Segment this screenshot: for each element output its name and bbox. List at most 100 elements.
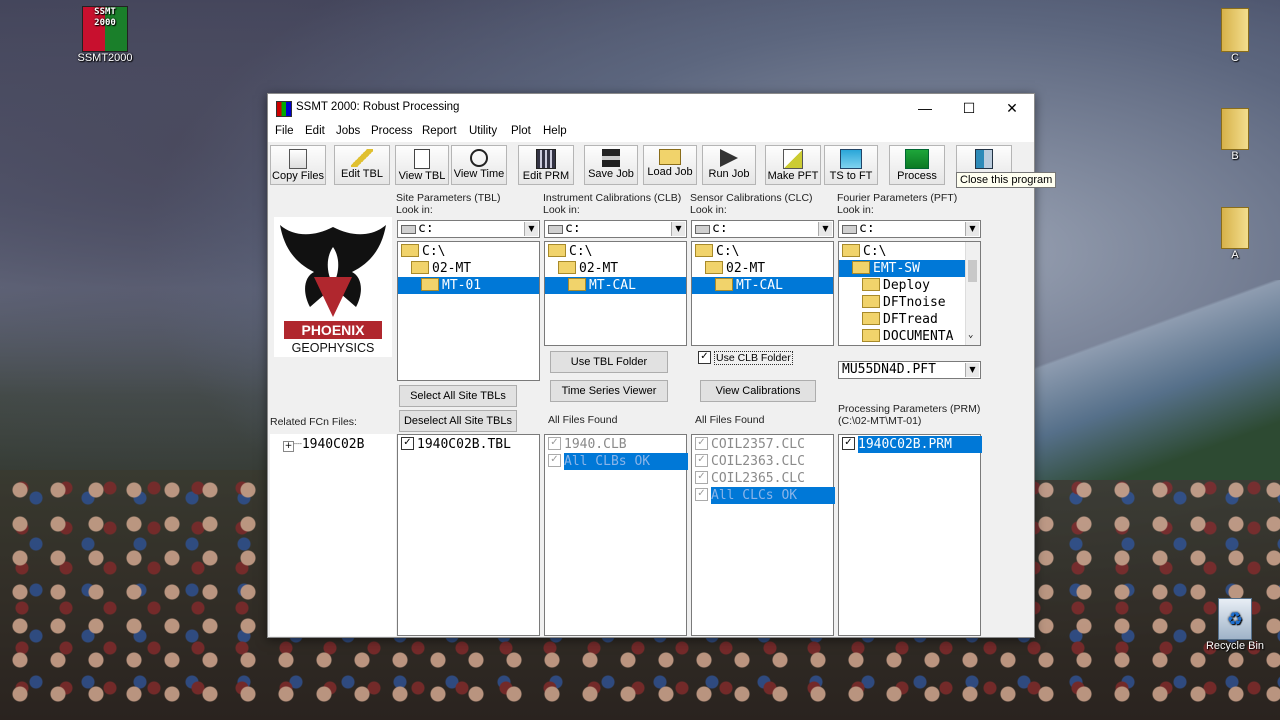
- pft-file-combo[interactable]: MU55DN4D.PFT ▼: [838, 361, 981, 379]
- dir-item-label: DFTread: [883, 312, 938, 327]
- instrument-dir-list[interactable]: C:\ 02-MT MT-CAL: [544, 241, 687, 346]
- desktop-icon-b[interactable]: B: [1208, 108, 1262, 162]
- expand-plus-icon[interactable]: +: [283, 441, 294, 452]
- tbl-file-item[interactable]: ✓ 1940C02B.TBL: [401, 436, 511, 453]
- menu-help[interactable]: Help: [543, 125, 567, 137]
- dir-item-mt-cal[interactable]: MT-CAL: [692, 277, 833, 294]
- dir-item-dftread[interactable]: DFTread: [862, 311, 938, 328]
- chevron-down-icon[interactable]: ⌄: [968, 330, 973, 340]
- chevron-down-icon[interactable]: ▼: [965, 222, 979, 236]
- edit-tbl-label: Edit TBL: [341, 168, 383, 180]
- view-document-icon: [414, 149, 430, 169]
- title-bar[interactable]: SSMT 2000: Robust Processing — ☐ ✕: [268, 94, 1034, 122]
- view-calibrations-button[interactable]: View Calibrations: [700, 380, 816, 402]
- ts-to-ft-button[interactable]: TS to FT: [824, 145, 878, 185]
- checkbox-checked[interactable]: ✓: [842, 437, 855, 450]
- phoenix-bird-icon: [280, 225, 386, 317]
- clc-file-item[interactable]: ✓ COIL2357.CLC: [695, 436, 805, 453]
- clc-file-item[interactable]: ✓ COIL2365.CLC: [695, 470, 805, 487]
- edit-tbl-button[interactable]: Edit TBL: [334, 145, 390, 185]
- dir-item-root[interactable]: C:\: [695, 243, 739, 260]
- dir-item-documenta[interactable]: DOCUMENTA: [862, 328, 953, 345]
- copy-files-button[interactable]: Copy Files: [270, 145, 326, 185]
- deselect-all-site-tbls-button[interactable]: Deselect All Site TBLs: [399, 410, 517, 432]
- run-job-button[interactable]: Run Job: [702, 145, 756, 185]
- close-button[interactable]: ✕: [990, 94, 1034, 122]
- fcn-tree-item[interactable]: + ┈1940C02B: [283, 436, 364, 453]
- sensor-drive-combo[interactable]: c: ▼: [691, 220, 834, 238]
- site-drive-combo[interactable]: c: ▼: [397, 220, 540, 238]
- menu-jobs[interactable]: Jobs: [336, 125, 360, 137]
- dir-item-deploy[interactable]: Deploy: [862, 277, 930, 294]
- select-all-site-tbls-button[interactable]: Select All Site TBLs: [399, 385, 517, 407]
- prm-file-item[interactable]: ✓ 1940C02B.PRM: [842, 436, 982, 453]
- use-tbl-folder-button[interactable]: Use TBL Folder: [550, 351, 668, 373]
- dir-item-root[interactable]: C:\: [842, 243, 886, 260]
- site-dir-list[interactable]: C:\ 02-MT MT-01: [397, 241, 540, 381]
- menu-plot[interactable]: Plot: [511, 125, 531, 137]
- desktop-icon-ssmt2000[interactable]: SSMT 2000 SSMT2000: [74, 6, 136, 64]
- make-pft-button[interactable]: Make PFT: [765, 145, 821, 185]
- desktop-icon-a[interactable]: A: [1208, 207, 1262, 261]
- maximize-button[interactable]: ☐: [947, 94, 991, 122]
- dir-item-02-mt[interactable]: 02-MT: [558, 260, 618, 277]
- minimize-button[interactable]: —: [903, 94, 947, 122]
- use-clb-folder-checkbox[interactable]: ✓ Use CLB Folder: [698, 351, 793, 366]
- chevron-down-icon[interactable]: ▼: [818, 222, 832, 236]
- dir-item-emt-sw[interactable]: EMT-SW: [839, 260, 966, 277]
- chevron-down-icon[interactable]: ▼: [671, 222, 685, 236]
- clb-file-list[interactable]: ✓ 1940.CLB ✓ All CLBs OK: [544, 434, 688, 636]
- process-wave-icon: [905, 149, 929, 169]
- drive-icon: [548, 225, 563, 234]
- clb-status-item[interactable]: ✓ All CLBs OK: [548, 453, 688, 470]
- checkbox-checked[interactable]: ✓: [401, 437, 414, 450]
- exit-door-icon: [975, 149, 993, 169]
- menu-process[interactable]: Process: [371, 125, 413, 137]
- desktop-icon-recycle-bin[interactable]: ♻ Recycle Bin: [1200, 598, 1270, 652]
- fourier-drive-combo[interactable]: c: ▼: [838, 220, 981, 238]
- clc-file-item[interactable]: ✓ COIL2363.CLC: [695, 453, 805, 470]
- drive-icon: [401, 225, 416, 234]
- checkbox-checked[interactable]: ✓: [698, 351, 711, 364]
- fourier-drive-value: c:: [859, 221, 875, 236]
- load-job-label: Load Job: [647, 166, 693, 178]
- view-tbl-button[interactable]: View TBL: [395, 145, 449, 185]
- menu-file[interactable]: File: [275, 125, 294, 137]
- menu-report[interactable]: Report: [422, 125, 457, 137]
- chevron-down-icon[interactable]: ▼: [965, 363, 979, 377]
- time-series-viewer-button[interactable]: Time Series Viewer: [550, 380, 668, 402]
- clc-file-label: COIL2363.CLC: [711, 454, 805, 469]
- instrument-drive-combo[interactable]: c: ▼: [544, 220, 687, 238]
- process-button[interactable]: Process: [889, 145, 945, 185]
- sensor-dir-list[interactable]: C:\ 02-MT MT-CAL: [691, 241, 834, 346]
- dir-item-label: DFTnoise: [883, 295, 946, 310]
- dir-item-02-mt[interactable]: 02-MT: [411, 260, 471, 277]
- site-look-in-label: Look in:: [396, 204, 433, 216]
- fourier-dir-list[interactable]: C:\ EMT-SW Deploy DFTnoise DFTread DOCUM…: [838, 241, 981, 346]
- checkbox-checked-disabled: ✓: [695, 454, 708, 467]
- clb-file-item[interactable]: ✓ 1940.CLB: [548, 436, 627, 453]
- clc-file-list[interactable]: ✓ COIL2357.CLC ✓ COIL2363.CLC ✓ COIL2365.CL…: [691, 434, 835, 636]
- scrollbar-thumb[interactable]: [968, 260, 977, 282]
- dir-item-root[interactable]: C:\: [401, 243, 445, 260]
- dir-item-mt-cal[interactable]: MT-CAL: [545, 277, 686, 294]
- tbl-file-list[interactable]: ✓ 1940C02B.TBL: [397, 434, 540, 636]
- desktop-icon-c[interactable]: C: [1208, 8, 1262, 64]
- save-job-button[interactable]: Save Job: [584, 145, 638, 185]
- dir-item-02-mt[interactable]: 02-MT: [705, 260, 765, 277]
- clc-status-item[interactable]: ✓ All CLCs OK: [695, 487, 835, 504]
- chevron-down-icon[interactable]: ▼: [524, 222, 538, 236]
- dir-item-mt-01[interactable]: MT-01: [398, 277, 539, 294]
- dir-item-root[interactable]: C:\: [548, 243, 592, 260]
- all-files-found-clc-label: All Files Found: [695, 414, 765, 426]
- menu-bar: File Edit Jobs Process Report Utility Pl…: [268, 122, 1034, 142]
- edit-prm-button[interactable]: Edit PRM: [518, 145, 574, 185]
- load-job-button[interactable]: Load Job: [643, 145, 697, 185]
- view-time-button[interactable]: View Time: [451, 145, 507, 185]
- dir-item-dftnoise[interactable]: DFTnoise: [862, 294, 946, 311]
- fourier-dir-scrollbar[interactable]: ⌄: [965, 242, 980, 345]
- prm-file-list[interactable]: ✓ 1940C02B.PRM: [838, 434, 982, 636]
- menu-edit[interactable]: Edit: [305, 125, 325, 137]
- fcn-tree[interactable]: + ┈1940C02B: [270, 434, 396, 636]
- menu-utility[interactable]: Utility: [469, 125, 497, 137]
